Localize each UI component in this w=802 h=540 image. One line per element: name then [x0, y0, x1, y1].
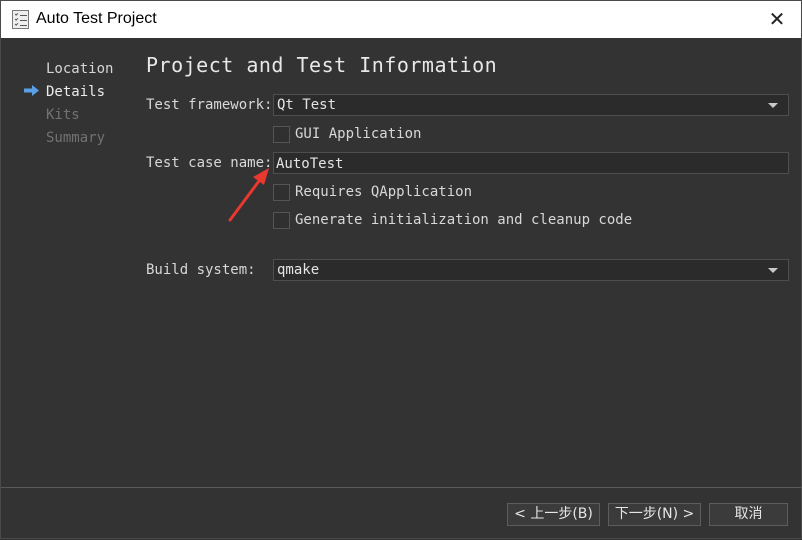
- close-icon[interactable]: ✕: [765, 7, 789, 31]
- step-details: Details: [46, 84, 106, 100]
- build-system-select[interactable]: qmake: [273, 259, 789, 281]
- framework-label: Test framework:: [146, 97, 273, 113]
- framework-value: Qt Test: [277, 97, 337, 113]
- back-button[interactable]: < 上一步(B): [507, 503, 600, 526]
- test-case-name-field[interactable]: [273, 152, 789, 174]
- generate-init-cleanup-checkbox[interactable]: [273, 212, 290, 229]
- step-kits: Kits: [46, 107, 80, 123]
- next-button[interactable]: 下一步(N) >: [608, 503, 701, 526]
- requires-qapplication-checkbox[interactable]: [273, 184, 290, 201]
- cancel-button[interactable]: 取消: [709, 503, 788, 526]
- page-title: Project and Test Information: [146, 53, 498, 77]
- title-bar: Auto Test Project ✕: [1, 1, 801, 38]
- requires-qapplication-label: Requires QApplication: [295, 184, 473, 200]
- build-system-value: qmake: [277, 262, 320, 278]
- build-system-label: Build system:: [146, 262, 256, 278]
- wizard-window: Auto Test Project ✕ Location Details Kit…: [0, 0, 802, 539]
- footer-divider: [1, 487, 802, 488]
- gui-application-checkbox[interactable]: [273, 126, 290, 143]
- current-step-arrow-icon: [24, 85, 39, 96]
- chevron-down-icon: [768, 268, 778, 273]
- framework-select[interactable]: Qt Test: [273, 94, 789, 116]
- chevron-down-icon: [768, 103, 778, 108]
- step-location: Location: [46, 61, 114, 77]
- window-title: Auto Test Project: [36, 10, 157, 27]
- test-case-name-label: Test case name:: [146, 155, 273, 171]
- generate-init-cleanup-label: Generate initialization and cleanup code: [295, 212, 633, 228]
- test-case-name-input[interactable]: [274, 154, 788, 174]
- step-summary: Summary: [46, 130, 106, 146]
- checklist-icon: [12, 10, 29, 29]
- gui-application-label: GUI Application: [295, 126, 422, 142]
